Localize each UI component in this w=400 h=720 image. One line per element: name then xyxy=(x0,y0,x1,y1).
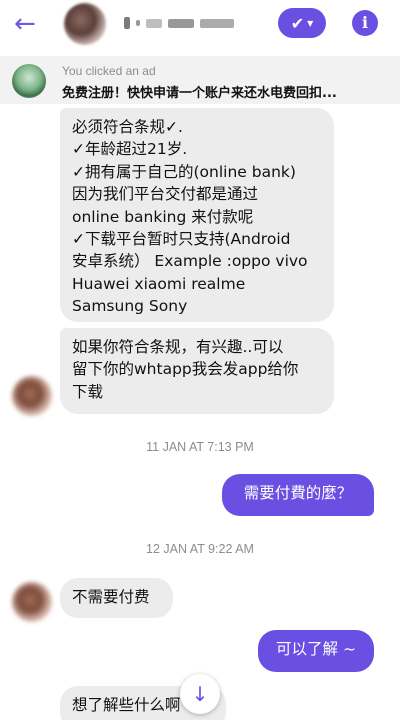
message-incoming-whatsapp[interactable]: 如果你符合条规，有兴趣..可以 留下你的whtapp我会发app给你 下载 xyxy=(60,328,334,414)
timestamp: 11 JAN AT 7:13 PM xyxy=(146,440,254,454)
check-dropdown-button[interactable]: ✔ ▼ xyxy=(278,8,326,38)
ad-banner[interactable]: You clicked an ad 免费注册！快快申请一个账户来还水电费回扣..… xyxy=(0,56,400,104)
scroll-down-icon[interactable]: ↓ xyxy=(180,674,220,714)
ad-clicked-label: You clicked an ad xyxy=(62,64,156,78)
caret-down-icon: ▼ xyxy=(307,18,314,28)
message-incoming-requirements[interactable]: 必须符合条规✓. ✓年龄超过21岁. ✓拥有属于自己的(online bank)… xyxy=(60,108,334,322)
timestamp: 12 JAN AT 9:22 AM xyxy=(146,542,254,556)
contact-name-obscured[interactable] xyxy=(124,14,234,32)
message-outgoing-understand[interactable]: 可以了解 ~ xyxy=(258,630,374,672)
contact-avatar[interactable] xyxy=(64,3,106,45)
sender-avatar[interactable] xyxy=(12,582,52,622)
ad-thumbnail xyxy=(12,64,46,98)
sender-avatar[interactable] xyxy=(12,376,52,416)
message-outgoing-payment-question[interactable]: 需要付費的麼？ xyxy=(222,474,374,516)
check-icon: ✔ xyxy=(290,13,305,33)
ad-text: 免费注册！快快申请一个账户来还水电费回扣... xyxy=(62,86,337,101)
info-icon[interactable]: i xyxy=(352,10,378,36)
message-incoming-no-payment[interactable]: 不需要付费 xyxy=(60,578,173,618)
chat-header: ← ✔ ▼ i xyxy=(0,0,400,50)
back-arrow-icon[interactable]: ← xyxy=(14,9,46,41)
